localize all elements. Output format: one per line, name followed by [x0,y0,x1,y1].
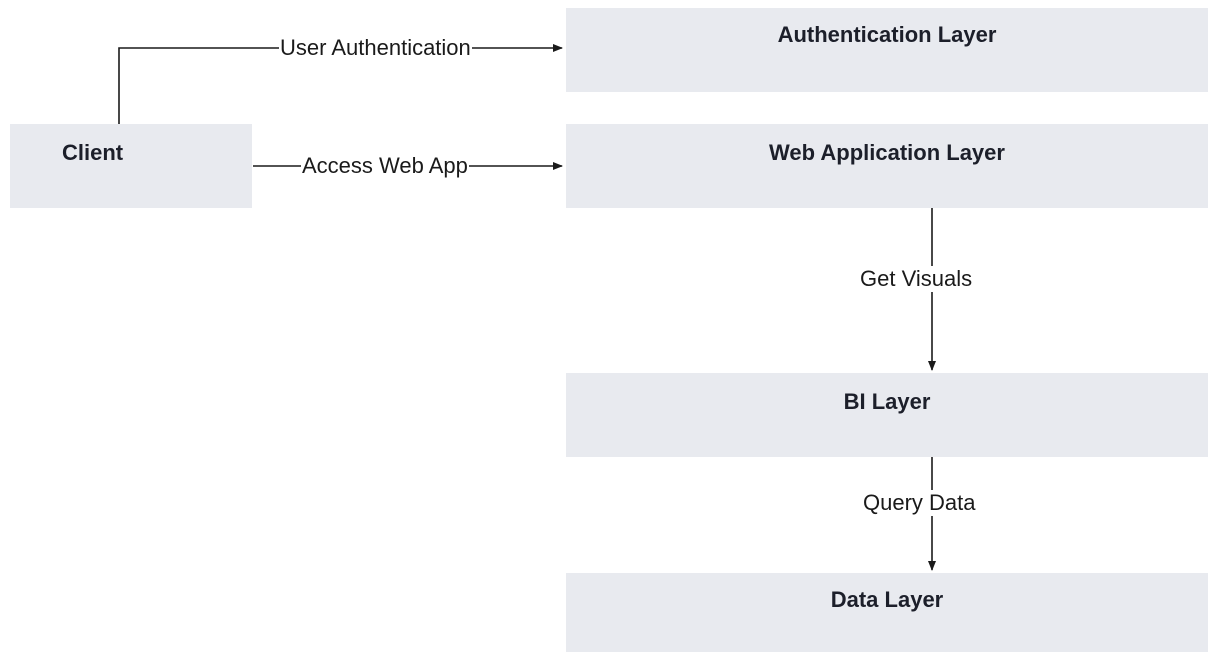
edge-label-user-authentication: User Authentication [279,35,472,61]
authentication-layer-node: Authentication Layer [566,8,1208,92]
edge-label-query-data: Query Data [862,490,977,516]
client-label: Client [62,140,124,165]
connector-lines [118,44,936,571]
web-application-layer-label: Web Application Layer [769,140,1005,165]
authentication-layer-label: Authentication Layer [777,22,997,47]
edge-label-get-visuals: Get Visuals [859,266,974,292]
edge-label-access-web-app: Access Web App [301,153,469,179]
architecture-diagram: Client Authentication Layer Web Applicat… [0,0,1208,652]
web-application-layer-node: Web Application Layer [566,124,1208,208]
data-layer-label: Data Layer [830,587,944,612]
bi-layer-label: BI Layer [843,389,931,414]
bi-layer-node: BI Layer [566,373,1208,457]
data-layer-node: Data Layer [566,573,1208,652]
client-node: Client [10,124,252,208]
